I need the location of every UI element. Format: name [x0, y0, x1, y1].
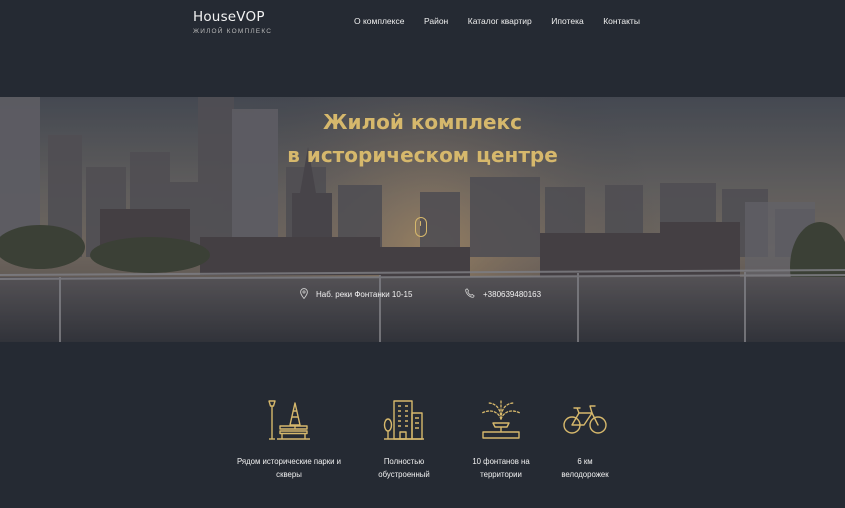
feature-label-line: обустроенный	[378, 470, 430, 479]
bicycle-icon	[563, 405, 607, 434]
feature-label-line: Полностью	[383, 457, 425, 466]
hero-title-line-2: в историческом центре	[287, 143, 558, 167]
phone-icon	[465, 288, 475, 300]
address: Наб. реки Фонтанки 10-15	[300, 288, 412, 301]
mouse-scroll-icon[interactable]	[415, 217, 427, 237]
feature-label-line: скверы	[276, 470, 302, 479]
nav-item-catalog[interactable]: Каталог квартир	[468, 16, 532, 26]
hero-title-line-1: Жилой комплекс	[323, 110, 522, 134]
feature-bike-paths: 6 км велодорожек	[545, 395, 625, 481]
feature-label: Полностью обустроенный	[358, 455, 450, 481]
hero-banner: Жилой комплекс в историческом центре Наб…	[0, 97, 845, 342]
map-pin-icon	[300, 288, 308, 301]
site-header: HouseVOP ЖИЛОЙ КОМПЛЕКС О комплексе Райо…	[0, 0, 845, 60]
nav-item-district[interactable]: Район	[424, 16, 448, 26]
buildings-icon	[383, 400, 424, 440]
main-nav: О комплексе Район Каталог квартир Ипотек…	[354, 16, 659, 26]
address-text: Наб. реки Фонтанки 10-15	[316, 290, 413, 299]
feature-label-line: 10 фонтанов на	[472, 457, 530, 466]
feature-label: 10 фонтанов на территории	[460, 455, 542, 481]
feature-label: Рядом исторические парки и скверы	[228, 455, 350, 481]
feature-label-line: велодорожек	[561, 470, 609, 479]
nav-item-contacts[interactable]: Контакты	[603, 16, 640, 26]
logo-name: HouseVOP	[193, 9, 265, 25]
feature-label-line: Рядом исторические парки и	[236, 457, 342, 466]
park-bench-icon	[268, 400, 310, 440]
phone-number[interactable]: +380639480163	[483, 290, 541, 299]
nav-item-mortgage[interactable]: Ипотека	[551, 16, 583, 26]
logo[interactable]: HouseVOP ЖИЛОЙ КОМПЛЕКС	[193, 9, 272, 35]
phone[interactable]: +380639480163	[465, 288, 541, 300]
logo-tagline: ЖИЛОЙ КОМПЛЕКС	[193, 28, 273, 35]
hero-title: Жилой комплекс в историческом центре	[0, 106, 845, 172]
feature-infrastructure: Полностью обустроенный	[358, 395, 450, 481]
feature-fountains: 10 фонтанов на территории	[460, 395, 542, 481]
nav-item-about[interactable]: О комплексе	[354, 16, 404, 26]
feature-label: 6 км велодорожек	[545, 455, 625, 481]
fountain-icon	[481, 400, 521, 439]
feature-parks: Рядом исторические парки и скверы	[228, 395, 350, 481]
feature-label-line: территории	[480, 470, 522, 479]
feature-label-line: 6 км	[577, 457, 593, 466]
